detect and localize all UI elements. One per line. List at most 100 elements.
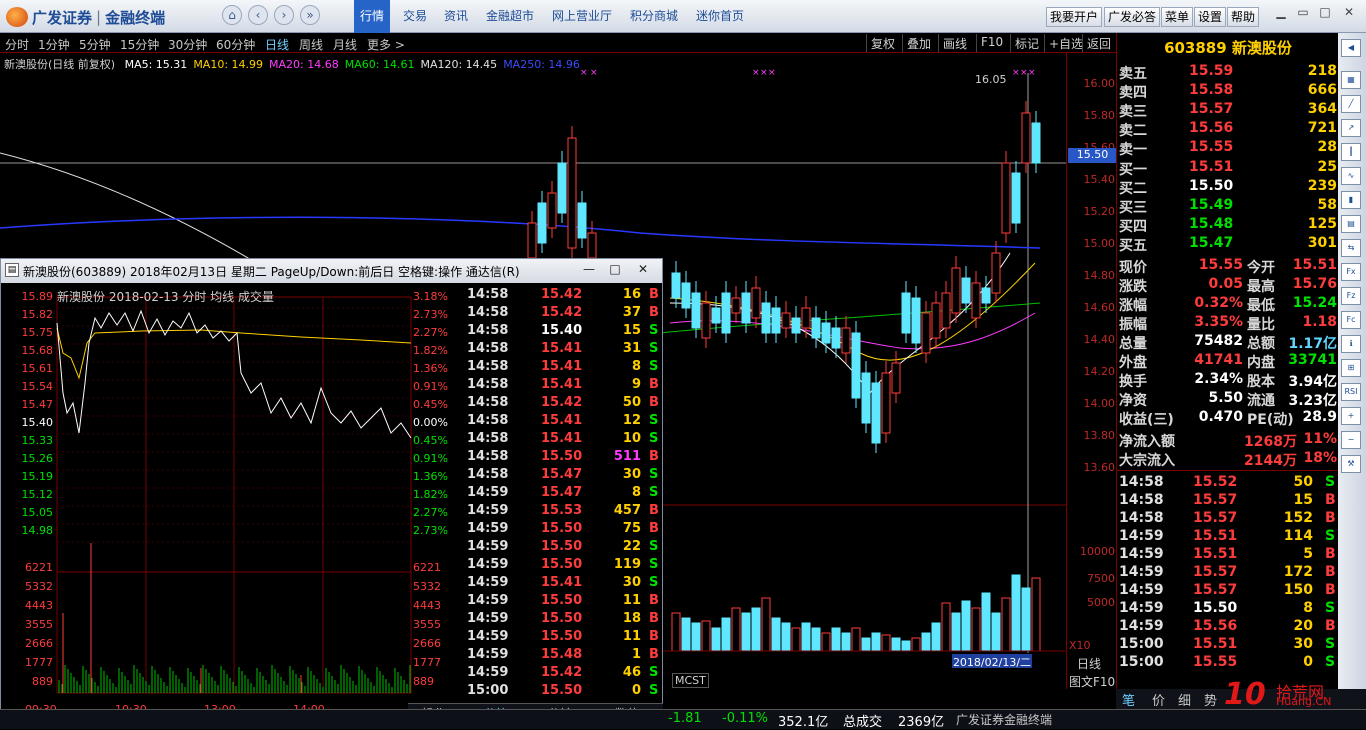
adjust-button[interactable]: 复权	[866, 34, 899, 52]
tab-trades[interactable]: 笔	[1122, 690, 1135, 709]
forward-icon[interactable]: ›	[274, 5, 294, 25]
overlay-button[interactable]: 叠加	[902, 34, 935, 52]
volume-bar	[921, 632, 931, 652]
intraday-price-label: 15.68	[21, 344, 54, 357]
watermark-logo-number: 10	[1224, 677, 1266, 712]
trade-side: S	[1325, 600, 1336, 616]
restore-icon[interactable]: ▭	[1293, 5, 1313, 21]
candle	[791, 317, 801, 334]
tick-price: 15.41	[541, 575, 583, 590]
candle	[751, 287, 761, 319]
open-account-button[interactable]: 我要开户	[1046, 7, 1103, 27]
popup-minimize-icon[interactable]: —	[579, 262, 599, 280]
faq-button[interactable]: 广发必答	[1104, 7, 1161, 27]
grid-icon[interactable]: ▤	[1341, 215, 1361, 233]
tick-time: 14:58	[467, 287, 509, 302]
period-15min[interactable]: 15分钟	[120, 36, 159, 53]
period-more[interactable]: 更多 >	[367, 36, 405, 53]
kline-icon[interactable]: ┃	[1341, 143, 1361, 161]
nav-tab-news[interactable]: 资讯	[444, 7, 468, 24]
back-button[interactable]: 返回	[1082, 34, 1115, 52]
add-watchlist-button[interactable]: +自选	[1044, 34, 1087, 52]
trade-time: 14:59	[1119, 564, 1164, 580]
flow-amount: 2144万	[1244, 453, 1297, 469]
period-5min[interactable]: 5分钟	[79, 36, 111, 53]
intraday-popup-window[interactable]: ▤ 新澳股份(603889) 2018年02月13日 星期二 PageUp/Do…	[0, 258, 663, 721]
minimize-icon[interactable]: ▁	[1271, 5, 1291, 21]
settings-button[interactable]: 设置	[1194, 7, 1227, 27]
tools-icon[interactable]: ⚒	[1341, 455, 1361, 473]
popup-title-bar[interactable]: ▤ 新澳股份(603889) 2018年02月13日 星期二 PageUp/Do…	[1, 259, 662, 283]
nav-tab-points-mall[interactable]: 积分商城	[630, 7, 678, 24]
indicator-icon[interactable]: ∿	[1341, 167, 1361, 185]
bid-volume: 58	[1317, 197, 1337, 213]
tick-list[interactable]: 14:58 15.42 16 B 14:58 15.42 37 B 14:58 15.40 15 S 1…	[463, 283, 663, 703]
intraday-price-label: 14.98	[21, 524, 54, 537]
period-daily[interactable]: 日线	[265, 36, 289, 53]
trade-price: 15.55	[1193, 654, 1238, 670]
zoom-in-icon[interactable]: +	[1341, 407, 1361, 425]
line-chart-icon[interactable]: ╱	[1341, 95, 1361, 113]
compare-icon[interactable]: ⇆	[1341, 239, 1361, 257]
back-icon[interactable]: ‹	[248, 5, 268, 25]
fc-icon[interactable]: Fc	[1341, 311, 1361, 329]
intraday-pct-label: 0.00%	[413, 416, 448, 429]
ask-volume: 28	[1317, 139, 1337, 155]
stock-code-name[interactable]: 603889 新澳股份	[1117, 33, 1339, 59]
close-icon[interactable]: ✕	[1339, 5, 1359, 21]
nav-tab-market[interactable]: 行情	[354, 0, 391, 33]
maximize-icon[interactable]: □	[1315, 5, 1335, 21]
period-1min[interactable]: 1分钟	[38, 36, 70, 53]
stat-value: 3.35%	[1194, 314, 1243, 330]
draw-line-button[interactable]: 画线	[938, 34, 971, 52]
tab-detail[interactable]: 细	[1178, 690, 1191, 709]
indicator-tab[interactable]: MCST	[672, 673, 709, 688]
tick-side: B	[649, 647, 659, 662]
period-60min[interactable]: 60分钟	[216, 36, 255, 53]
help-button[interactable]: 帮助	[1227, 7, 1260, 27]
zoom-out-icon[interactable]: −	[1341, 431, 1361, 449]
rsi-icon[interactable]: RSI	[1341, 383, 1361, 401]
price-axis-label: 13.80	[1083, 429, 1116, 442]
logo-text: 广发证券	[32, 8, 93, 27]
period-minute-chart[interactable]: 分时	[5, 36, 29, 53]
expand-icon[interactable]: ◀	[1341, 39, 1361, 57]
candle	[811, 317, 821, 339]
bar-icon[interactable]: ▮	[1341, 191, 1361, 209]
mark-button[interactable]: 标记	[1010, 34, 1043, 52]
period-monthly[interactable]: 月线	[333, 36, 357, 53]
nav-tab-trade[interactable]: 交易	[403, 7, 427, 24]
tab-price[interactable]: 价	[1152, 690, 1165, 709]
tick-volume: 12	[622, 413, 641, 428]
nav-tab-online-hall[interactable]: 网上营业厅	[552, 7, 612, 24]
intraday-price-label: 15.05	[21, 506, 54, 519]
tab-trend[interactable]: 势	[1204, 690, 1217, 709]
candle	[921, 312, 931, 354]
vol-icon[interactable]: ⊞	[1341, 359, 1361, 377]
intraday-price-label: 15.61	[21, 362, 54, 375]
chart-icon[interactable]: ▦	[1341, 71, 1361, 89]
period-indicator[interactable]: 日线	[1077, 655, 1101, 672]
f10-link[interactable]: 图文F10	[1069, 673, 1115, 690]
home-icon[interactable]: ⌂	[222, 5, 242, 25]
candle	[891, 362, 901, 394]
bid-price: 15.50	[1189, 178, 1234, 194]
trend-icon[interactable]: ↗	[1341, 119, 1361, 137]
stat-row: 外盘 41741 内盘 33741	[1117, 352, 1339, 371]
period-30min[interactable]: 30分钟	[168, 36, 207, 53]
nav-tab-finance-market[interactable]: 金融超市	[486, 7, 534, 24]
fx-icon[interactable]: Fx	[1341, 263, 1361, 281]
popup-maximize-icon[interactable]: □	[605, 262, 625, 280]
volume-bar	[1021, 587, 1031, 652]
f10-button[interactable]: F10	[976, 34, 1007, 52]
info-icon[interactable]: ℹ	[1341, 335, 1361, 353]
collapse-icon[interactable]: »	[300, 5, 320, 25]
period-weekly[interactable]: 周线	[299, 36, 323, 53]
nav-tab-mini-home[interactable]: 迷你首页	[696, 7, 744, 24]
fz-icon[interactable]: Fz	[1341, 287, 1361, 305]
tick-side: B	[649, 629, 659, 644]
menu-button[interactable]: 菜单	[1161, 7, 1194, 27]
tick-time: 14:59	[467, 557, 509, 572]
popup-close-icon[interactable]: ✕	[633, 262, 653, 280]
tick-time: 15:00	[467, 683, 509, 698]
